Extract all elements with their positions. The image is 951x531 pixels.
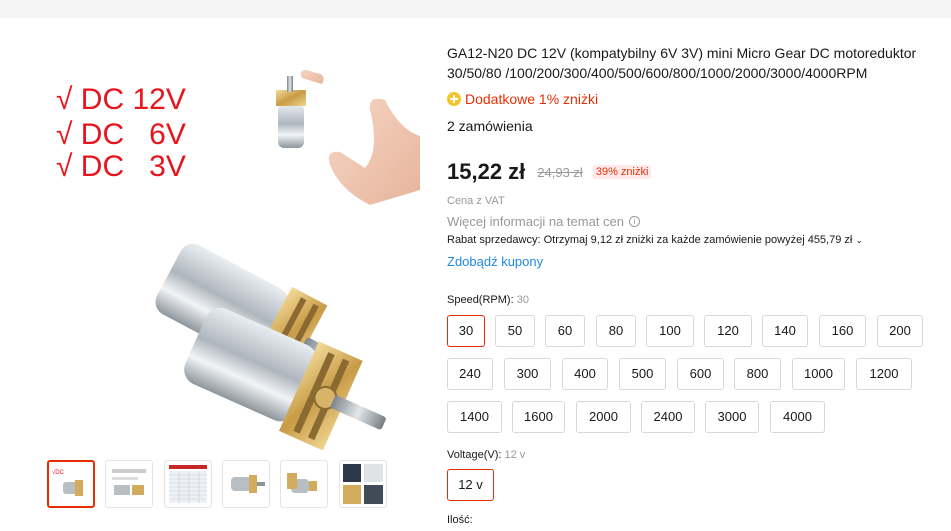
speed-option-30[interactable]: 30 — [447, 315, 485, 347]
speed-option-300[interactable]: 300 — [504, 358, 551, 390]
seller-discount-label: Rabat sprzedawcy: Otrzymaj 9,12 zł zniżk… — [447, 234, 853, 246]
bonus-discount: Dodatkowe 1% zniżki — [447, 90, 598, 108]
motor-photo — [155, 70, 420, 450]
orders-count: 2 zamówienia — [447, 118, 533, 134]
thumbnail-6[interactable] — [339, 460, 387, 508]
speed-option-2400[interactable]: 2400 — [641, 401, 695, 433]
chevron-down-icon: ⌄ — [855, 234, 863, 245]
speed-option-240[interactable]: 240 — [447, 358, 493, 390]
thumbnail-5[interactable] — [280, 460, 328, 508]
speed-option-1200[interactable]: 1200 — [856, 358, 912, 390]
current-price: 15,22 zł — [447, 159, 526, 184]
get-coupons-link[interactable]: Zdobądź kupony — [447, 254, 543, 269]
speed-option-120[interactable]: 120 — [704, 315, 752, 347]
original-price: 24,93 zł — [537, 164, 583, 180]
voltage-label: Voltage(V): 12 v — [447, 449, 525, 461]
more-price-info-label: Więcej informacji na temat cen — [447, 214, 625, 229]
speed-option-1000[interactable]: 1000 — [792, 358, 845, 390]
bonus-discount-label: Dodatkowe 1% zniżki — [465, 91, 599, 107]
speed-option-4000[interactable]: 4000 — [770, 401, 825, 433]
speed-option-1600[interactable]: 1600 — [512, 401, 565, 433]
price-row: 15,22 zł 24,93 zł 39% zniżki — [447, 157, 652, 187]
speed-selected-value: 30 — [516, 294, 529, 306]
quantity-label: Ilość: — [447, 514, 473, 526]
speed-label-text: Speed(RPM): — [447, 294, 514, 306]
thumbnail-strip: √DC — [47, 460, 392, 510]
voltage-selected-value: 12 v — [504, 449, 526, 461]
speed-option-500[interactable]: 500 — [619, 358, 666, 390]
speed-option-140[interactable]: 140 — [762, 315, 808, 347]
speed-option-2000[interactable]: 2000 — [576, 401, 631, 433]
speed-option-3000[interactable]: 3000 — [705, 401, 759, 433]
speed-option-50[interactable]: 50 — [495, 315, 535, 347]
speed-option-80[interactable]: 80 — [596, 315, 636, 347]
main-product-image[interactable]: √ DC 12V √ DC 6V √ DC 3V — [40, 40, 420, 450]
speed-option-400[interactable]: 400 — [562, 358, 608, 390]
voltage-label-text: Voltage(V): — [447, 449, 502, 461]
more-price-info[interactable]: Więcej informacji na temat cen i — [447, 214, 641, 229]
thumbnail-4[interactable] — [222, 460, 270, 508]
speed-option-200[interactable]: 200 — [877, 315, 923, 347]
discount-badge: 39% zniżki — [592, 165, 652, 179]
svg-text:√DC: √DC — [52, 469, 65, 476]
thumbnail-1[interactable]: √DC — [47, 460, 95, 508]
vat-note: Cena z VAT — [447, 195, 505, 207]
product-title: GA12-N20 DC 12V (kompatybilny 6V 3V) min… — [447, 45, 917, 81]
speed-option-600[interactable]: 600 — [677, 358, 724, 390]
info-icon: i — [629, 216, 641, 227]
speed-option-60[interactable]: 60 — [545, 315, 585, 347]
plus-coin-icon — [447, 92, 461, 106]
seller-discount[interactable]: Rabat sprzedawcy: Otrzymaj 9,12 zł zniżk… — [447, 234, 863, 246]
speed-option-800[interactable]: 800 — [734, 358, 781, 390]
speed-option-1400[interactable]: 1400 — [447, 401, 502, 433]
thumbnail-2[interactable] — [105, 460, 153, 508]
speed-option-160[interactable]: 160 — [819, 315, 866, 347]
top-bar — [0, 0, 951, 18]
speed-label: Speed(RPM): 30 — [447, 294, 529, 306]
thumbnail-3[interactable] — [164, 460, 212, 508]
speed-option-100[interactable]: 100 — [646, 315, 694, 347]
voltage-option-12v[interactable]: 12 v — [447, 469, 494, 501]
